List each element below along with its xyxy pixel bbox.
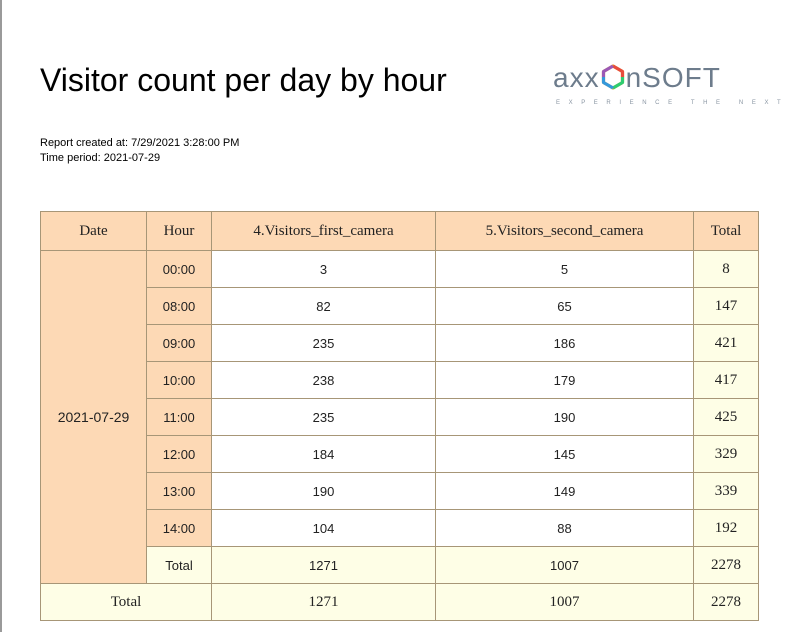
report-created: Report created at: 7/29/2021 3:28:00 PM xyxy=(40,137,240,149)
table-header-row: Date Hour 4.Visitors_first_camera 5.Visi… xyxy=(40,211,759,251)
logo-hexagon-icon xyxy=(601,64,624,90)
first-camera-cell: 184 xyxy=(211,435,436,473)
first-camera-cell: 3 xyxy=(211,250,436,288)
table-row: 08:00 82 65 147 xyxy=(41,287,759,325)
grand-total-label: Total xyxy=(40,583,212,621)
row-total-cell: 339 xyxy=(693,472,759,510)
hour-cell: 14:00 xyxy=(146,509,212,547)
row-total-cell: 417 xyxy=(693,361,759,399)
report-period-value: 2021-07-29 xyxy=(103,152,161,164)
table-row: 13:00 190 149 339 xyxy=(41,472,759,510)
first-camera-cell: 238 xyxy=(211,361,436,399)
grand-total-row: Total 1271 1007 2278 xyxy=(40,583,759,621)
hour-cell: 08:00 xyxy=(146,287,212,325)
second-camera-cell: 179 xyxy=(435,361,694,399)
second-camera-cell: 149 xyxy=(435,472,694,510)
page-title: Visitor count per day by hour xyxy=(40,62,447,98)
row-total-cell: 8 xyxy=(693,250,759,288)
second-camera-cell: 145 xyxy=(435,435,694,473)
table-row: 14:00 104 88 192 xyxy=(41,509,759,547)
grand-total-first-camera: 1271 xyxy=(211,583,436,621)
hour-cell: 09:00 xyxy=(146,324,212,362)
subtotal-row: Total 1271 1007 2278 xyxy=(41,546,759,584)
table-row: 12:00 184 145 329 xyxy=(41,435,759,473)
logo-text-suffix: nSOFT xyxy=(625,62,721,93)
first-camera-cell: 82 xyxy=(211,287,436,325)
second-camera-cell: 190 xyxy=(435,398,694,436)
report-created-value: 7/29/2021 3:28:00 PM xyxy=(131,137,240,149)
row-total-cell: 421 xyxy=(693,324,759,362)
row-total-cell: 147 xyxy=(693,287,759,325)
report-meta: Report created at: 7/29/2021 3:28:00 PM … xyxy=(40,136,239,166)
row-total-cell: 329 xyxy=(693,435,759,473)
hour-cell: 11:00 xyxy=(146,398,212,436)
first-camera-cell: 235 xyxy=(211,324,436,362)
subtotal-label: Total xyxy=(146,546,212,584)
hour-cell: 13:00 xyxy=(146,472,212,510)
grand-total-total: 2278 xyxy=(693,583,759,621)
second-camera-cell: 186 xyxy=(435,324,694,362)
table-row: 09:00 235 186 421 xyxy=(41,324,759,362)
first-camera-cell: 235 xyxy=(211,398,436,436)
header-second-camera: 5.Visitors_second_camera xyxy=(435,211,694,251)
grand-total-second-camera: 1007 xyxy=(435,583,694,621)
second-camera-cell: 88 xyxy=(435,509,694,547)
table-row: 11:00 235 190 425 xyxy=(41,398,759,436)
header-hour: Hour xyxy=(146,211,212,251)
logo-text-prefix: axx xyxy=(553,62,600,93)
hour-cell: 10:00 xyxy=(146,361,212,399)
second-camera-cell: 5 xyxy=(435,250,694,288)
header-date: Date xyxy=(40,211,147,251)
first-camera-cell: 190 xyxy=(211,472,436,510)
table-row: 2021-07-29 00:00 3 5 8 xyxy=(40,250,759,584)
window-left-edge xyxy=(0,0,2,632)
row-total-cell: 425 xyxy=(693,398,759,436)
visitor-count-table: Date Hour 4.Visitors_first_camera 5.Visi… xyxy=(40,211,759,621)
hour-cell: 00:00 xyxy=(146,250,212,288)
axxonsoft-logo: axx nSOFT EXPERIENCE THE NEXT xyxy=(553,62,781,112)
subtotal-first-camera: 1271 xyxy=(211,546,436,584)
row-total-cell: 192 xyxy=(693,509,759,547)
logo-tagline: EXPERIENCE THE NEXT xyxy=(556,100,790,106)
second-camera-cell: 65 xyxy=(435,287,694,325)
report-period: Time period: 2021-07-29 xyxy=(40,152,161,164)
first-camera-cell: 104 xyxy=(211,509,436,547)
header-total: Total xyxy=(693,211,759,251)
hour-cell: 12:00 xyxy=(146,435,212,473)
subtotal-total: 2278 xyxy=(693,546,759,584)
date-cell: 2021-07-29 xyxy=(40,250,147,584)
table-row: 10:00 238 179 417 xyxy=(41,361,759,399)
header-first-camera: 4.Visitors_first_camera xyxy=(211,211,436,251)
subtotal-second-camera: 1007 xyxy=(435,546,694,584)
